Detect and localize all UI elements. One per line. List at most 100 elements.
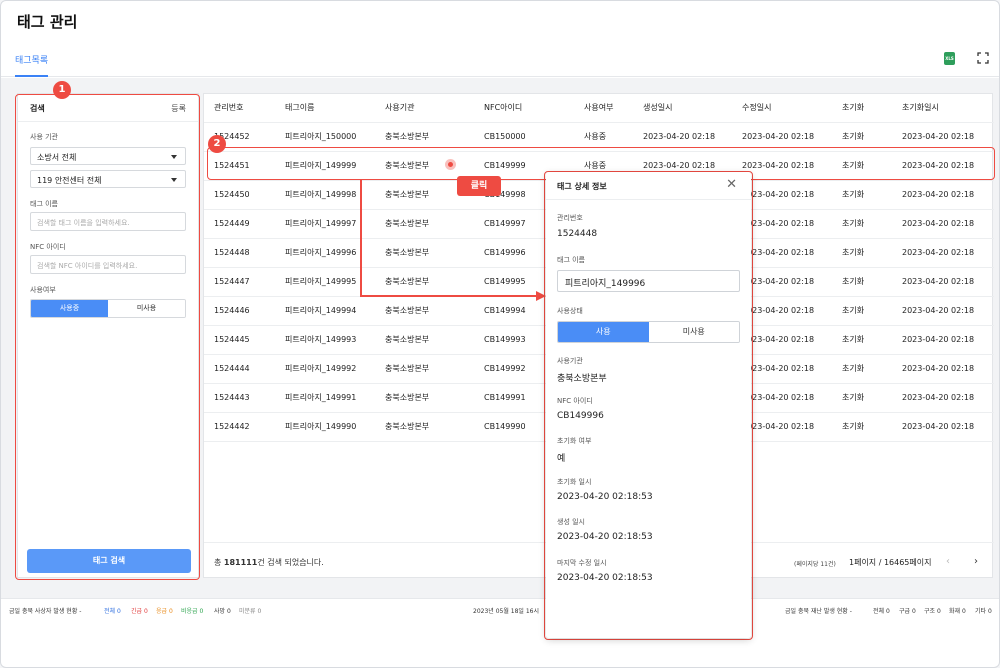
table-header: 관리번호 태그이름 사용기관 NFC아이디 사용여부 생성일시 수정일시 초기화… — [204, 94, 994, 123]
annotation-badge-2: 2 — [208, 135, 226, 153]
table-cell[interactable]: 초기화 — [842, 181, 864, 209]
table-cell: 충북소방본부 — [385, 190, 430, 199]
table-cell[interactable]: 초기화 — [842, 413, 864, 441]
fullscreen-icon[interactable] — [977, 52, 989, 64]
nfc-value: CB149996 — [557, 411, 604, 421]
annotation-box-search — [15, 94, 200, 580]
modal-header: 태그 상세 정보 ✕ — [546, 172, 751, 200]
click-indicator-icon — [445, 159, 456, 170]
mgmt-no-label: 관리번호 — [557, 214, 583, 222]
table-cell[interactable]: 초기화 — [842, 326, 864, 354]
table-cell: CB149993 — [484, 335, 526, 344]
status-off-button[interactable]: 미사용 — [648, 322, 739, 342]
table-cell[interactable]: 초기화 — [842, 239, 864, 267]
table-cell: 1524450 — [214, 190, 250, 199]
status-unclassified: 미분류 0 — [239, 608, 262, 615]
table-cell: 충북소방본부 — [385, 306, 430, 315]
per-page-text: (페이지당 11건) — [794, 561, 836, 568]
status-non-emergency: 비응급 0 — [181, 608, 204, 615]
table-cell: CB149991 — [484, 393, 526, 402]
modified-label: 마지막 수정 일시 — [557, 559, 607, 567]
status-dead: 사망 0 — [214, 608, 231, 615]
col-header[interactable]: 사용기관 — [385, 94, 414, 122]
col-header[interactable]: 수정일시 — [742, 94, 771, 122]
col-header[interactable]: 초기화일시 — [902, 94, 939, 122]
status-urgent: 긴급 0 — [131, 608, 148, 615]
reset-time-label: 초기화 일시 — [557, 478, 592, 486]
status-all: 전체 0 — [104, 608, 121, 615]
table-cell: 1524442 — [214, 422, 250, 431]
table-cell: 피트리아지_149995 — [285, 277, 357, 286]
tag-name-field[interactable]: 피트리아지_149996 — [557, 270, 740, 292]
table-cell: 충북소방본부 — [385, 393, 430, 402]
table-cell: 피트리아지_149994 — [285, 306, 357, 315]
col-header[interactable]: NFC아이디 — [484, 94, 522, 122]
table-cell: 충북소방본부 — [385, 422, 430, 431]
table-cell: CB149995 — [484, 277, 526, 286]
table-cell: 2023-04-20 02:18 — [902, 393, 975, 402]
table-cell: CB149994 — [484, 306, 526, 315]
table-cell[interactable]: 초기화 — [842, 384, 864, 412]
tab-tag-list[interactable]: 태그목록 — [15, 53, 49, 77]
table-cell: 1524445 — [214, 335, 250, 344]
table-cell: CB149990 — [484, 422, 526, 431]
created-value: 2023-04-20 02:18:53 — [557, 532, 653, 542]
tab-bar: 태그목록 — [1, 45, 999, 77]
table-cell[interactable]: 초기화 — [842, 210, 864, 238]
table-cell: 피트리아지_149992 — [285, 364, 357, 373]
reset-value: 예 — [557, 454, 566, 464]
table-cell: 피트리아지_149996 — [285, 248, 357, 257]
annotation-arrow-line — [360, 295, 540, 297]
page-title: 태그 관리 — [17, 13, 78, 31]
table-cell: 충북소방본부 — [385, 364, 430, 373]
table-cell: 피트리아지_149997 — [285, 219, 357, 228]
status-label: 사용상태 — [557, 307, 583, 315]
table-cell: 1524443 — [214, 393, 250, 402]
status-r-fire: 화재 0 — [949, 608, 966, 615]
org-label: 사용기관 — [557, 357, 583, 365]
tag-detail-modal: 태그 상세 정보 ✕ 관리번호 1524448 태그 이름 피트리아지_1499… — [546, 172, 751, 638]
click-label: 클릭 — [457, 176, 501, 196]
table-cell: 2023-04-20 02:18 — [902, 422, 975, 431]
reset-time-value: 2023-04-20 02:18:53 — [557, 492, 653, 502]
table-cell: 1524444 — [214, 364, 250, 373]
status-left-label: 금일 충북 사상자 발생 현황 - — [9, 608, 82, 615]
table-cell: 2023-04-20 02:18 — [902, 190, 975, 199]
prev-page-icon[interactable]: ‹ — [946, 556, 950, 567]
status-datetime: 2023년 05월 18일 16시 — [473, 608, 539, 615]
status-on-button[interactable]: 사용 — [558, 322, 649, 342]
col-header[interactable]: 초기화 — [842, 94, 864, 122]
col-header[interactable]: 생성일시 — [643, 94, 672, 122]
annotation-arrow-line — [360, 180, 362, 297]
status-r-other: 기타 0 — [975, 608, 992, 615]
table-cell: 2023-04-20 02:18 — [902, 306, 975, 315]
table-cell[interactable]: 초기화 — [842, 355, 864, 383]
table-cell: 1524448 — [214, 248, 250, 257]
nfc-label: NFC 아이디 — [557, 397, 593, 405]
col-header[interactable]: 사용여부 — [584, 94, 613, 122]
mgmt-no-value: 1524448 — [557, 229, 598, 239]
app-frame: 태그 관리 태그목록 XLS 검색 등록 사용 기관 소방서 전체 119 안전… — [0, 0, 1000, 668]
col-header[interactable]: 태그이름 — [285, 94, 314, 122]
org-value: 충북소방본부 — [557, 374, 607, 384]
close-icon[interactable]: ✕ — [726, 177, 737, 192]
page-indicator: 1페이지 / 16465페이지 — [849, 558, 932, 567]
excel-export-icon[interactable]: XLS — [944, 52, 955, 65]
table-cell: 피트리아지_149991 — [285, 393, 357, 402]
col-header[interactable]: 관리번호 — [214, 94, 243, 122]
table-cell[interactable]: 초기화 — [842, 268, 864, 296]
status-right-label: 금일 충북 재난 발생 현황 - — [785, 608, 852, 615]
table-cell: 1524449 — [214, 219, 250, 228]
next-page-icon[interactable]: › — [974, 556, 978, 567]
table-cell: 2023-04-20 02:18 — [902, 219, 975, 228]
table-cell: 충북소방본부 — [385, 248, 430, 257]
table-cell: 피트리아지_149993 — [285, 335, 357, 344]
annotation-badge-1: 1 — [53, 81, 71, 99]
status-toggle: 사용 미사용 — [557, 321, 740, 343]
table-cell: CB149996 — [484, 248, 526, 257]
modified-value: 2023-04-20 02:18:53 — [557, 573, 653, 583]
table-cell[interactable]: 초기화 — [842, 297, 864, 325]
table-cell: 피트리아지_149990 — [285, 422, 357, 431]
reset-label: 초기화 여부 — [557, 437, 592, 445]
table-cell: 2023-04-20 02:18 — [902, 364, 975, 373]
